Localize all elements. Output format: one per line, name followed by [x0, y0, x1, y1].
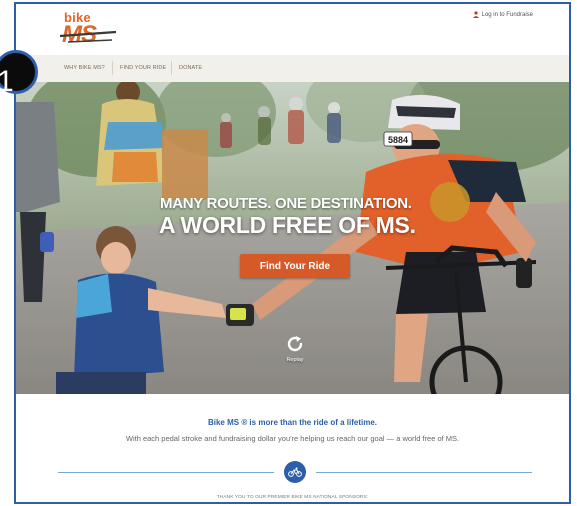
hero-tagline-line2: A WORLD FREE OF MS. — [159, 212, 416, 238]
step-number-label: 1 — [0, 65, 14, 98]
login-link[interactable]: Log in to Fundraise — [472, 11, 533, 18]
bike-ms-logo[interactable]: bike MS — [59, 10, 124, 50]
bicycle-badge — [284, 461, 306, 483]
intro-body: With each pedal stroke and fundraising d… — [125, 434, 460, 443]
logo-strike-graphic — [59, 30, 117, 43]
replay-label: Replay — [286, 357, 304, 363]
main-nav: WHY BIKE MS? FIND YOUR RIDE DONATE — [16, 55, 569, 83]
nav-separator — [112, 61, 113, 75]
intro-title: Bike MS ® is more than the ride of a lif… — [207, 418, 378, 427]
hero-banner: 5884 MANY ROUTES. ONE DESTINATION. A WOR… — [16, 82, 569, 394]
browser-frame: bike MS Log in to Fundraise WHY BIKE MS?… — [14, 2, 571, 504]
section-divider-left — [58, 472, 274, 473]
replay-icon — [287, 336, 303, 352]
site-header: bike MS Log in to Fundraise — [16, 4, 569, 54]
nav-item-find-your-ride[interactable]: FIND YOUR RIDE — [120, 65, 166, 71]
nav-item-why-bike-ms[interactable]: WHY BIKE MS? — [64, 65, 105, 71]
nav-separator — [171, 61, 172, 75]
bicycle-icon — [288, 467, 302, 477]
replay-button[interactable]: Replay — [280, 334, 310, 363]
login-label: Log in to Fundraise — [481, 11, 533, 18]
sponsors-heading: THANK YOU TO OUR PREMIER BIKE MS NATIONA… — [216, 495, 369, 500]
section-divider-right — [316, 472, 532, 473]
user-icon — [472, 11, 479, 18]
find-your-ride-button[interactable]: Find Your Ride — [240, 254, 350, 278]
race-bib-number: 5884 — [388, 135, 408, 145]
nav-item-donate[interactable]: DONATE — [179, 65, 202, 71]
hero-tagline-line1: MANY ROUTES. ONE DESTINATION. — [160, 195, 412, 212]
